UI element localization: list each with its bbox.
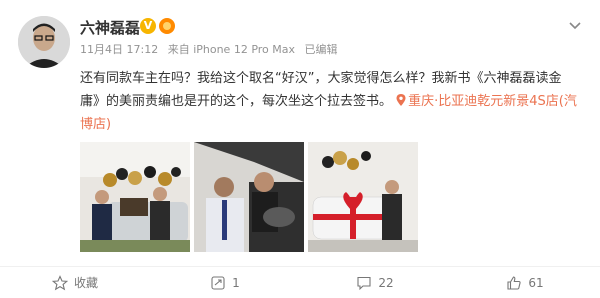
like-count: 61: [528, 275, 544, 290]
avatar[interactable]: [18, 16, 70, 68]
post-date[interactable]: 11月4日 17:12: [80, 43, 158, 56]
photo-3[interactable]: [308, 142, 418, 252]
star-icon: [51, 274, 68, 290]
photo-2-image: [194, 142, 304, 252]
post-content: 还有同款车主在吗？我给这个取名“好汉”，大家觉得怎么样？我新书《六神磊磊读金庸》…: [80, 67, 580, 136]
photo-2[interactable]: [194, 142, 304, 252]
comment-button[interactable]: 22: [300, 267, 450, 298]
like-button[interactable]: 61: [450, 267, 600, 298]
action-toolbar: 收藏 1 22 61: [0, 266, 600, 298]
photo-3-image: [308, 142, 418, 252]
collect-label: 收藏: [73, 276, 98, 290]
photo-1-image: [80, 142, 190, 252]
location-pin-icon: [396, 94, 406, 106]
repost-count: 1: [232, 275, 240, 290]
collect-button[interactable]: 收藏: [0, 267, 150, 298]
post-meta: 11月4日 17:12 来自 iPhone 12 Pro Max 已编辑: [80, 41, 344, 57]
comment-count: 22: [378, 275, 394, 290]
username[interactable]: 六神磊磊: [80, 17, 140, 38]
photo-grid: [80, 142, 418, 252]
repost-icon: [211, 275, 225, 290]
badge-icon: [159, 18, 175, 34]
edited-label: 已编辑: [304, 43, 338, 56]
verified-icon: V: [140, 18, 156, 34]
thumbs-up-icon: [507, 275, 521, 290]
comment-icon: [357, 276, 371, 290]
repost-button[interactable]: 1: [150, 267, 300, 298]
post-source: 来自 iPhone 12 Pro Max: [167, 43, 296, 56]
photo-1[interactable]: [80, 142, 190, 252]
avatar-image: [18, 16, 70, 68]
chevron-down-icon[interactable]: [568, 18, 582, 32]
